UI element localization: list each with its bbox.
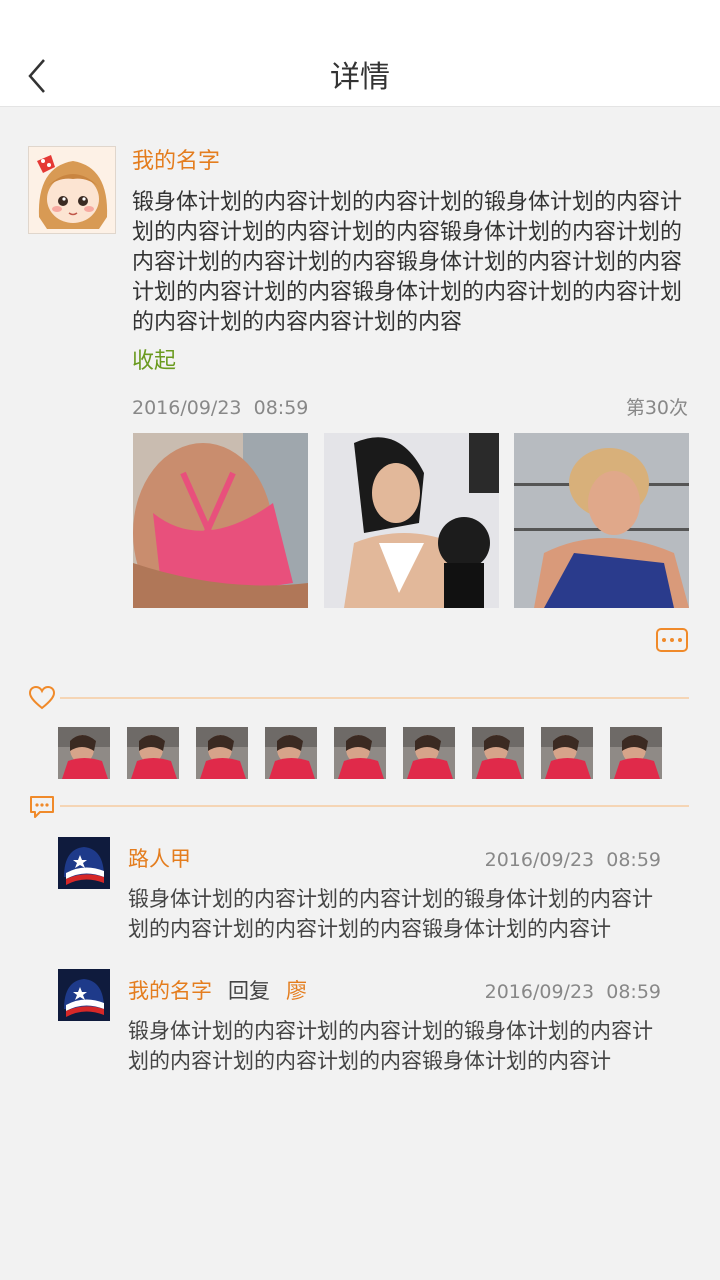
post-photo[interactable] — [133, 433, 308, 608]
more-dot — [670, 638, 674, 642]
commenter-avatar[interactable] — [58, 969, 110, 1021]
liker-avatar[interactable] — [610, 727, 662, 779]
comment-text: 锻身体计划的内容计划的内容计划的锻身体计划的内容计划的内容计划的内容计划的内容锻… — [128, 887, 653, 941]
comment-icon — [28, 794, 56, 820]
post-photo[interactable] — [324, 433, 499, 608]
post-count: 第30次 — [625, 397, 688, 419]
comment-time: 08:59 — [606, 849, 661, 871]
liker-avatar[interactable] — [403, 727, 455, 779]
liker-avatar[interactable] — [265, 727, 317, 779]
liker-avatar[interactable] — [196, 727, 248, 779]
heart-icon — [28, 685, 56, 711]
liker-avatar[interactable] — [58, 727, 110, 779]
liker-avatar[interactable] — [334, 727, 386, 779]
post-time: 08:59 — [253, 397, 309, 419]
more-dot — [678, 638, 682, 642]
likes-divider — [60, 697, 689, 699]
post-photo[interactable] — [514, 433, 689, 608]
post-date: 2016/09/23 — [132, 397, 242, 419]
liker-avatar[interactable] — [541, 727, 593, 779]
comment-date: 2016/09/23 — [484, 981, 595, 1003]
header-bar: 详情 — [0, 0, 720, 107]
reply-label: 回复 — [228, 979, 270, 1003]
commenter-name[interactable]: 我的名字 — [128, 976, 212, 1006]
post-author-name[interactable]: 我的名字 — [132, 146, 220, 178]
comment-time: 08:59 — [606, 981, 661, 1003]
comment-text: 锻身体计划的内容计划的内容计划的锻身体计划的内容计划的内容计划的内容计划的内容锻… — [128, 1019, 653, 1073]
more-options-button[interactable] — [656, 628, 688, 652]
liker-avatar[interactable] — [472, 727, 524, 779]
comments-divider — [60, 805, 689, 807]
page-title: 详情 — [330, 60, 390, 95]
collapse-link[interactable]: 收起 — [132, 346, 176, 378]
reply-target-name[interactable]: 廖 — [286, 976, 307, 1006]
author-avatar[interactable] — [28, 146, 116, 234]
comment-date: 2016/09/23 — [484, 849, 595, 871]
comment-datetime: 2016/09/23 08:59 — [485, 845, 661, 875]
app-root: 详情 我的名字 锻身体计划的内容计划的内容计划的锻身体计划的内容计划的内容计划的… — [0, 0, 720, 1280]
liker-avatar[interactable] — [127, 727, 179, 779]
comment-datetime: 2016/09/23 08:59 — [485, 977, 661, 1007]
post-datetime: 2016/09/23 08:59 — [132, 394, 308, 422]
post-content: 锻身体计划的内容计划的内容计划的锻身体计划的内容计划的内容计划的内容计划的内容锻… — [132, 190, 683, 335]
more-dot — [662, 638, 666, 642]
commenter-name[interactable]: 路人甲 — [128, 844, 191, 874]
commenter-avatar[interactable] — [58, 837, 110, 889]
